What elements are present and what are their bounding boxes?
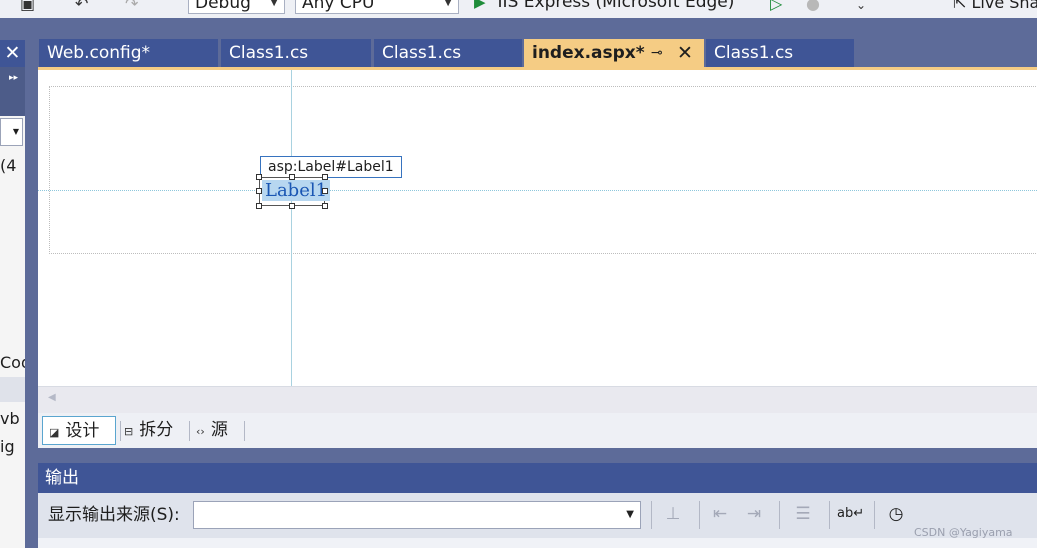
- control-tag: asp:Label#Label1: [260, 156, 402, 178]
- chevron-down-icon: ▼: [270, 0, 278, 8]
- tab-split[interactable]: ⊟ 拆分: [124, 416, 173, 445]
- play-icon: ▶: [474, 0, 486, 11]
- left-pane-dropdown[interactable]: ▼: [0, 118, 23, 146]
- resize-handle[interactable]: [322, 188, 328, 194]
- start-without-debugging-icon[interactable]: ▷: [770, 0, 782, 13]
- left-tool-window: ✕ ▸▸ ▼ (4 Cod vb ig: [0, 40, 25, 548]
- clock-icon[interactable]: ◷: [884, 501, 908, 527]
- left-pane-selected-row[interactable]: [0, 377, 25, 402]
- chevron-down-icon: ▼: [626, 509, 634, 520]
- redo-icon[interactable]: ↷: [125, 0, 138, 13]
- platform-dropdown[interactable]: Any CPU ▼: [295, 0, 459, 14]
- alignment-guide-horizontal: [38, 190, 1037, 191]
- label-text[interactable]: Label1: [262, 180, 331, 201]
- divider: [874, 501, 875, 529]
- source-code-icon: ‹›: [196, 425, 205, 438]
- resize-handle[interactable]: [256, 174, 262, 180]
- form-container[interactable]: [49, 86, 1037, 254]
- horizontal-scrollbar[interactable]: ◀: [38, 386, 1037, 413]
- main-toolbar: ▣ ↶ ↷ Debug ▼ Any CPU ▼ ▶ IIS Express (Mi…: [0, 0, 1037, 18]
- clear-all-icon[interactable]: ☰: [791, 501, 815, 527]
- share-icon: ⇱: [953, 0, 967, 12]
- tab-web-config[interactable]: Web.config*: [39, 39, 218, 67]
- tab-index-aspx[interactable]: index.aspx* ⊸ ✕: [524, 39, 704, 67]
- alignment-guide-vertical: [291, 70, 292, 386]
- tab-class1-cs[interactable]: Class1.cs: [221, 39, 371, 67]
- divider: [651, 501, 652, 529]
- chevron-down-icon: ▼: [12, 127, 19, 136]
- start-debugging-button[interactable]: ▶ IIS Express (Microsoft Edge): [474, 0, 734, 11]
- close-icon[interactable]: ✕: [677, 39, 693, 67]
- left-pane-header: ✕: [0, 40, 25, 67]
- left-pane-toolbar: ▸▸: [0, 67, 25, 116]
- divider: [829, 501, 830, 529]
- next-message-icon[interactable]: ⇥: [742, 501, 766, 527]
- left-pane-text: (4: [0, 156, 17, 175]
- divider: [189, 421, 190, 441]
- resize-handle[interactable]: [322, 203, 328, 209]
- record-icon[interactable]: ●: [806, 0, 820, 13]
- output-source-dropdown[interactable]: ▼: [193, 501, 641, 529]
- tab-class1-cs[interactable]: Class1.cs: [374, 39, 522, 67]
- output-toolbar: 显示输出来源(S): ▼ ⊥ ⇤ ⇥ ☰ ab↵ ◷ CSDN @Yagiyam…: [38, 493, 1037, 539]
- overflow-chevron-icon[interactable]: ▸▸: [9, 73, 18, 83]
- word-wrap-icon[interactable]: ab↵: [837, 501, 864, 527]
- pin-icon[interactable]: ⊸: [651, 39, 663, 67]
- previous-message-icon[interactable]: ⇤: [708, 501, 732, 527]
- view-mode-bar: ◪ 设计 ⊟ 拆分 ‹› 源: [38, 413, 1037, 448]
- left-pane-text: vb: [0, 409, 20, 428]
- scroll-left-icon[interactable]: ◀: [48, 392, 56, 403]
- divider: [699, 501, 700, 529]
- left-pane-text: ig: [0, 437, 15, 456]
- chevron-down-icon: ▼: [444, 0, 452, 8]
- divider: [779, 501, 780, 529]
- configuration-dropdown[interactable]: Debug ▼: [188, 0, 285, 14]
- resize-handle[interactable]: [256, 203, 262, 209]
- design-surface[interactable]: asp:Label#Label1 Label1: [38, 70, 1037, 386]
- tab-class1-cs[interactable]: Class1.cs: [706, 39, 854, 67]
- output-source-label: 显示输出来源(S):: [48, 505, 180, 525]
- find-message-icon[interactable]: ⊥: [661, 501, 685, 527]
- tab-source[interactable]: ‹› 源: [196, 416, 228, 445]
- live-share-button[interactable]: ⇱ Live Share: [953, 0, 1037, 12]
- output-content[interactable]: [38, 538, 1037, 548]
- design-icon: ◪: [49, 426, 60, 439]
- close-icon[interactable]: ✕: [5, 42, 21, 64]
- resize-handle[interactable]: [289, 174, 295, 180]
- toolbar-overflow-icon[interactable]: ⌄: [856, 0, 866, 12]
- divider: [244, 421, 245, 441]
- save-all-icon[interactable]: ▣: [20, 0, 35, 13]
- resize-handle[interactable]: [289, 203, 295, 209]
- split-icon: ⊟: [124, 425, 134, 438]
- divider: [120, 421, 121, 441]
- output-window-title: 输出: [38, 463, 1037, 493]
- left-pane-text: Cod: [0, 353, 25, 372]
- resize-handle[interactable]: [256, 188, 262, 194]
- undo-icon[interactable]: ↶: [75, 0, 88, 13]
- tab-design[interactable]: ◪ 设计: [42, 416, 116, 445]
- label-control[interactable]: Label1: [256, 174, 331, 209]
- resize-handle[interactable]: [322, 174, 328, 180]
